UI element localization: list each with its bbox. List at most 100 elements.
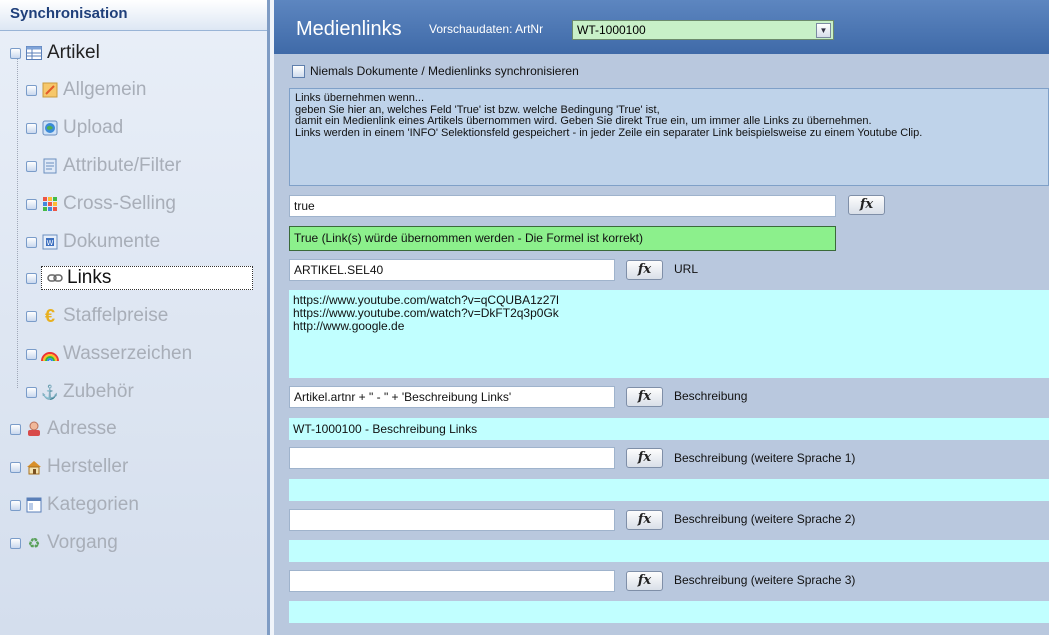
info-box: Links übernehmen wenn... geben Sie hier … bbox=[289, 88, 1049, 186]
url-preview: https://www.youtube.com/watch?v=qCQUBA1z… bbox=[289, 290, 1049, 378]
never-sync-checkbox[interactable] bbox=[292, 64, 305, 78]
expand-icon[interactable] bbox=[26, 198, 37, 210]
info-line: Links übernehmen wenn... bbox=[295, 92, 425, 104]
expand-icon[interactable] bbox=[26, 310, 37, 322]
sidebar-item-label: Cross-Selling bbox=[63, 193, 176, 214]
sidebar-item-label: Allgemein bbox=[63, 79, 147, 100]
expand-icon[interactable] bbox=[10, 499, 21, 511]
description-preview: WT-1000100 - Beschreibung Links bbox=[289, 418, 1049, 440]
euro-icon: € bbox=[44, 305, 55, 326]
rainbow-icon bbox=[41, 345, 59, 363]
sidebar-item-label: Dokumente bbox=[63, 231, 161, 252]
header: Medienlinks Vorschaudaten: ArtNr WT-1000… bbox=[274, 0, 1049, 54]
sidebar-item-attribute-filter[interactable]: Attribute/Filter bbox=[26, 151, 181, 181]
sidebar-item-staffelpreise[interactable]: € Staffelpreise bbox=[26, 301, 168, 331]
page-title: Medienlinks bbox=[296, 18, 402, 40]
sidebar-item-upload[interactable]: Upload bbox=[26, 113, 123, 143]
sidebar-title: Synchronisation bbox=[0, 0, 267, 31]
description-label: Beschreibung bbox=[674, 389, 748, 403]
sidebar-item-label: Staffelpreise bbox=[63, 305, 169, 326]
sidebar-item-label: Kategorien bbox=[47, 494, 139, 515]
globe-icon bbox=[41, 119, 59, 137]
description-lang2-input[interactable] bbox=[289, 509, 615, 531]
sidebar-item-links[interactable]: Links bbox=[26, 263, 253, 293]
sidebar-item-hersteller[interactable]: Hersteller bbox=[10, 452, 128, 482]
expand-icon[interactable] bbox=[10, 423, 21, 435]
sidebar-item-dokumente[interactable]: W Dokumente bbox=[26, 227, 160, 257]
preview-article-value: WT-1000100 bbox=[577, 23, 646, 37]
document-icon: W bbox=[41, 233, 59, 251]
tree-line bbox=[17, 58, 18, 388]
description-lang2-label: Beschreibung (weitere Sprache 2) bbox=[674, 512, 856, 526]
expand-icon[interactable] bbox=[10, 537, 21, 549]
sidebar-item-label: Adresse bbox=[47, 418, 117, 439]
description-lang1-preview bbox=[289, 479, 1049, 501]
sidebar-item-allgemein[interactable]: Allgemein bbox=[26, 75, 146, 105]
sidebar-item-label: Zubehör bbox=[63, 381, 134, 402]
url-formula-button[interactable]: fx bbox=[626, 260, 663, 280]
condition-status: True (Link(s) würde übernommen werden - … bbox=[289, 226, 836, 251]
expand-icon[interactable] bbox=[26, 348, 37, 360]
sidebar-item-kategorien[interactable]: Kategorien bbox=[10, 490, 139, 520]
never-sync-checkbox-row[interactable]: Niemals Dokumente / Medienlinks synchron… bbox=[292, 64, 579, 78]
description-lang1-input[interactable] bbox=[289, 447, 615, 469]
sidebar: Synchronisation Artikel Allgemein Upload… bbox=[0, 0, 270, 635]
sidebar-item-label: Upload bbox=[63, 117, 124, 138]
person-icon bbox=[25, 420, 43, 438]
url-label: URL bbox=[674, 262, 699, 276]
expand-icon[interactable] bbox=[26, 122, 37, 134]
sidebar-item-label: Links bbox=[67, 267, 112, 288]
chevron-down-icon[interactable]: ▼ bbox=[816, 23, 831, 38]
sidebar-item-cross-selling[interactable]: Cross-Selling bbox=[26, 189, 176, 219]
never-sync-label: Niemals Dokumente / Medienlinks synchron… bbox=[310, 64, 579, 78]
sidebar-item-label: Artikel bbox=[47, 42, 100, 63]
expand-icon[interactable] bbox=[10, 461, 21, 473]
sidebar-item-label: Wasserzeichen bbox=[63, 343, 193, 364]
preview-article-select[interactable]: WT-1000100 ▼ bbox=[572, 20, 834, 40]
recycle-icon: ♻ bbox=[27, 534, 41, 551]
url-preview-line: http://www.google.de bbox=[293, 319, 405, 333]
sidebar-item-label: Attribute/Filter bbox=[63, 155, 182, 176]
selected-label-box: Links bbox=[41, 266, 253, 290]
house-icon bbox=[25, 458, 43, 476]
url-preview-line: https://www.youtube.com/watch?v=DkFT2q3p… bbox=[293, 306, 559, 320]
expand-icon[interactable] bbox=[26, 236, 37, 248]
anchor-icon: ⚓ bbox=[41, 383, 59, 400]
sidebar-item-artikel[interactable]: Artikel bbox=[10, 38, 100, 68]
sidebar-item-label: Vorgang bbox=[47, 532, 118, 553]
expand-icon[interactable] bbox=[26, 386, 37, 398]
sidebar-item-adresse[interactable]: Adresse bbox=[10, 414, 117, 444]
description-lang3-label: Beschreibung (weitere Sprache 3) bbox=[674, 573, 856, 587]
condition-input[interactable]: true bbox=[289, 195, 836, 217]
description-lang3-input[interactable] bbox=[289, 570, 615, 592]
description-formula-input[interactable]: Artikel.artnr + " - " + 'Beschreibung Li… bbox=[289, 386, 615, 408]
info-line: Links werden in einem 'INFO' Selektionsf… bbox=[295, 126, 923, 139]
sidebar-item-label: Hersteller bbox=[47, 456, 129, 477]
preview-label: Vorschaudaten: ArtNr bbox=[429, 22, 544, 36]
table-icon bbox=[25, 44, 43, 62]
link-icon bbox=[46, 269, 64, 287]
pencil-icon bbox=[41, 81, 59, 99]
condition-formula-button[interactable]: fx bbox=[848, 195, 885, 215]
description-formula-button[interactable]: fx bbox=[626, 387, 663, 407]
svg-text:W: W bbox=[47, 239, 54, 247]
expand-icon[interactable] bbox=[26, 84, 37, 96]
description-lang1-label: Beschreibung (weitere Sprache 1) bbox=[674, 451, 856, 465]
window-icon bbox=[25, 496, 43, 514]
description-lang2-formula-button[interactable]: fx bbox=[626, 510, 663, 530]
url-formula-input[interactable]: ARTIKEL.SEL40 bbox=[289, 259, 615, 281]
expand-icon[interactable] bbox=[26, 160, 37, 172]
description-lang1-formula-button[interactable]: fx bbox=[626, 448, 663, 468]
grid-icon bbox=[41, 195, 59, 213]
sidebar-item-vorgang[interactable]: ♻ Vorgang bbox=[10, 528, 118, 558]
main-panel: Medienlinks Vorschaudaten: ArtNr WT-1000… bbox=[274, 0, 1049, 635]
description-lang3-formula-button[interactable]: fx bbox=[626, 571, 663, 591]
sidebar-item-zubehoer[interactable]: ⚓ Zubehör bbox=[26, 377, 134, 407]
info-line: damit ein Medienlink eines Artikels über… bbox=[295, 115, 872, 127]
expand-icon[interactable] bbox=[26, 272, 37, 284]
description-lang3-preview bbox=[289, 601, 1049, 623]
expand-icon[interactable] bbox=[10, 47, 21, 59]
description-lang2-preview bbox=[289, 540, 1049, 562]
note-icon bbox=[41, 157, 59, 175]
sidebar-item-wasserzeichen[interactable]: Wasserzeichen bbox=[26, 339, 192, 369]
